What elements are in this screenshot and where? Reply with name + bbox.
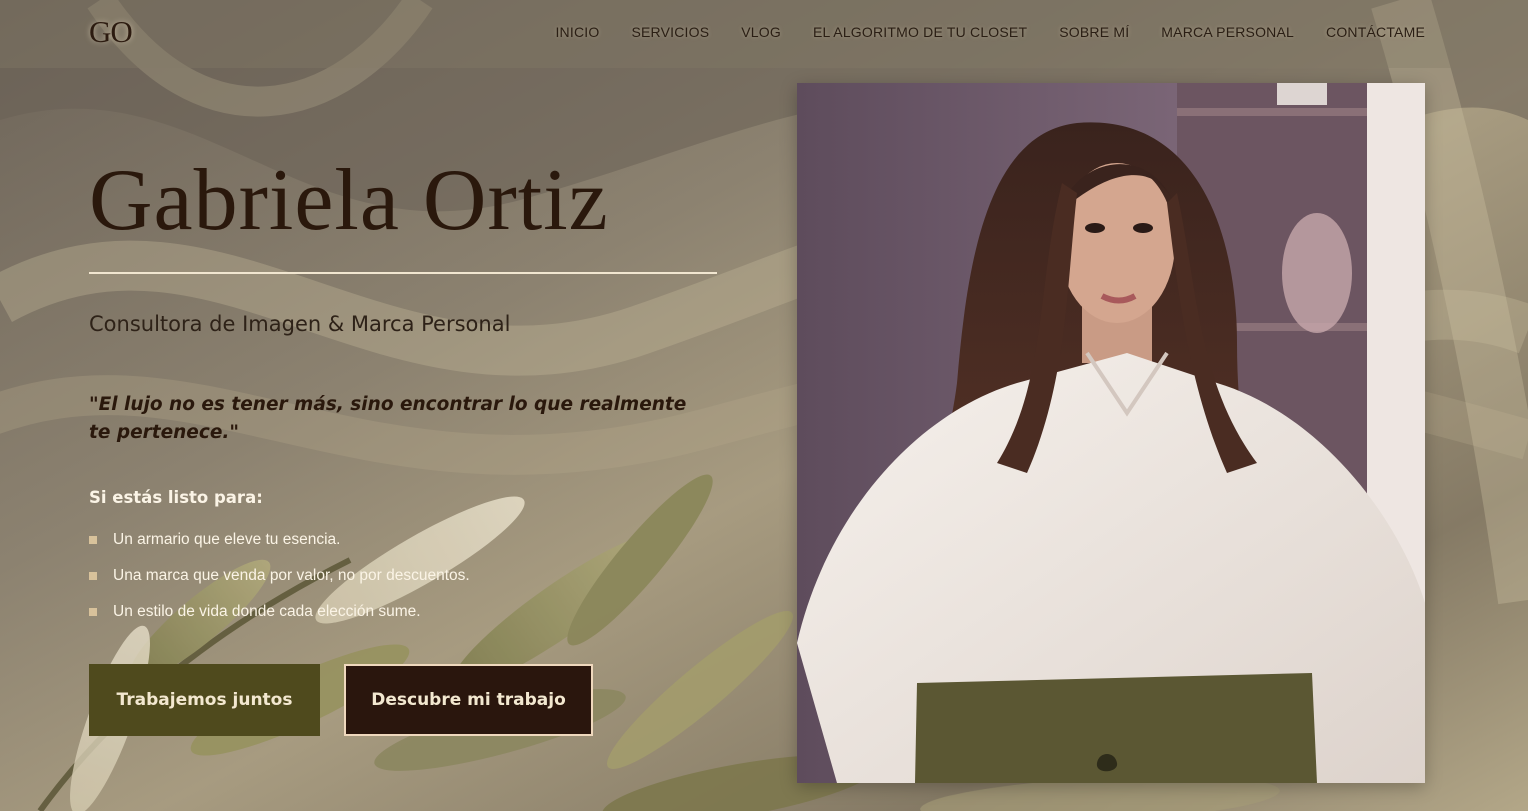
nav-inicio[interactable]: INICIO [555,24,599,40]
trabajemos-juntos-button[interactable]: Trabajemos juntos [89,664,320,736]
nav-servicios[interactable]: SERVICIOS [631,24,709,40]
list-item: Una marca que venda por valor, no por de… [89,567,470,603]
list-item-text: Una marca que venda por valor, no por de… [113,567,470,584]
hero-subtitle: Consultora de Imagen & Marca Personal [89,312,511,336]
nav-sobre-mi[interactable]: SOBRE MÍ [1059,24,1129,40]
site-header: GO INICIO SERVICIOS VLOG EL ALGORITMO DE… [0,0,1528,68]
nav-algoritmo-closet[interactable]: EL ALGORITMO DE TU CLOSET [813,24,1027,40]
bullet-square-icon [89,572,97,580]
list-item: Un estilo de vida donde cada elección su… [89,603,470,639]
bullet-square-icon [89,608,97,616]
nav-vlog[interactable]: VLOG [741,24,781,40]
list-item: Un armario que eleve tu esencia. [89,531,470,567]
nav-marca-personal[interactable]: MARCA PERSONAL [1161,24,1294,40]
benefits-list: Un armario que eleve tu esencia. Una mar… [89,531,470,639]
list-item-text: Un armario que eleve tu esencia. [113,531,341,548]
list-item-text: Un estilo de vida donde cada elección su… [113,603,421,620]
main-nav: INICIO SERVICIOS VLOG EL ALGORITMO DE TU… [555,24,1425,40]
bullet-square-icon [89,536,97,544]
list-heading: Si estás listo para: [89,488,263,507]
nav-contactame[interactable]: CONTÁCTAME [1326,24,1425,40]
descubre-mi-trabajo-button[interactable]: Descubre mi trabajo [344,664,593,736]
portrait-photo [797,83,1425,783]
hero-quote: "El lujo no es tener más, sino encontrar… [89,394,687,443]
site-logo[interactable]: GO [89,14,133,50]
hero-divider [89,272,717,274]
hero-name: Gabriela Ortiz [89,152,609,249]
